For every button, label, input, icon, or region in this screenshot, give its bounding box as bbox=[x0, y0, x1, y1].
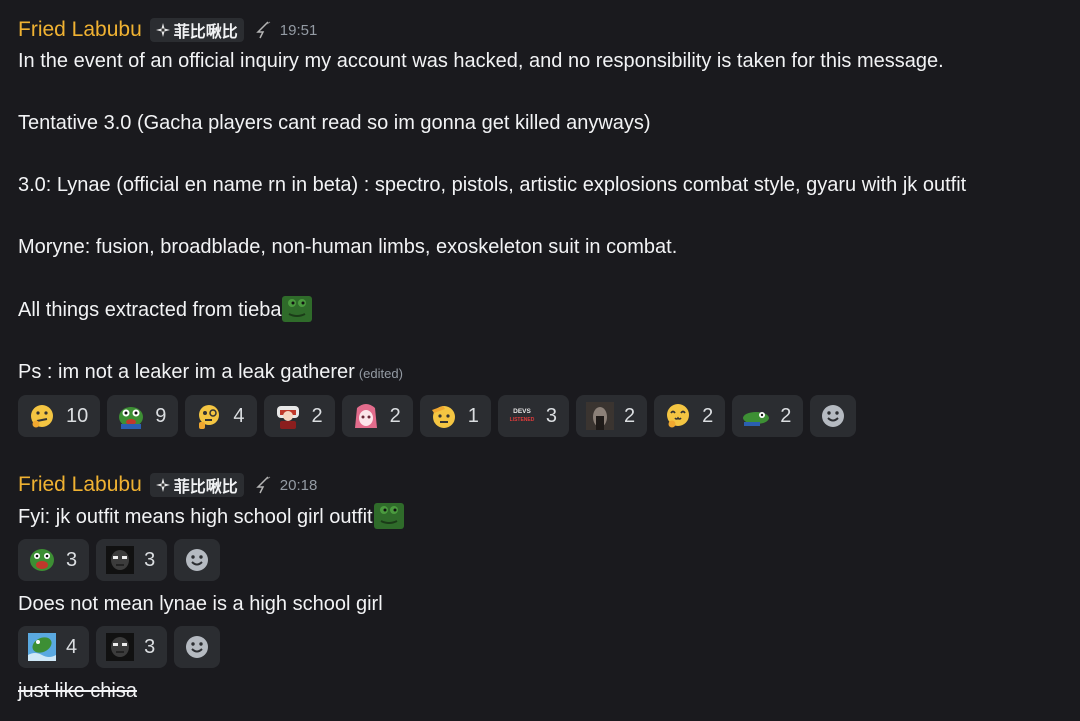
sparkle-icon bbox=[155, 23, 170, 37]
reaction-chip[interactable]: 10 bbox=[18, 395, 101, 437]
message-group: Fried Labubu 菲比啾比 19:51 In the event of … bbox=[18, 14, 1070, 441]
salute-face-icon bbox=[431, 406, 455, 428]
dark-face-icon bbox=[106, 633, 135, 661]
smiley-add-icon bbox=[822, 405, 845, 427]
reaction-count: 4 bbox=[233, 404, 245, 427]
reaction-count: 3 bbox=[545, 404, 557, 427]
pepe-shout-icon bbox=[30, 549, 54, 571]
bolt-icon bbox=[255, 476, 271, 494]
reaction-chip[interactable]: 2 bbox=[576, 395, 648, 437]
reaction-chip[interactable]: 4 bbox=[185, 395, 257, 437]
reaction-chip[interactable]: 3 bbox=[96, 539, 168, 581]
message-header: Fried Labubu 菲比啾比 19:51 bbox=[18, 14, 1070, 46]
message-line: Ps : im not a leaker im a leak gatherer(… bbox=[18, 357, 1070, 389]
reaction-count: 3 bbox=[144, 548, 156, 571]
message-line: Does not mean lynae is a high school gir… bbox=[18, 593, 383, 615]
monocle-face-icon bbox=[199, 405, 220, 429]
reaction-count: 10 bbox=[66, 404, 89, 427]
dark-photo-icon bbox=[586, 402, 614, 430]
reaction-count: 4 bbox=[66, 635, 78, 658]
author-name[interactable]: Fried Labubu bbox=[18, 18, 142, 42]
message-header: Fried Labubu 菲比啾比 20:18 bbox=[18, 469, 1070, 501]
thinking-face-icon bbox=[31, 405, 53, 428]
reaction-count: 2 bbox=[311, 404, 323, 427]
reaction-count: 2 bbox=[780, 404, 792, 427]
sparkle-icon bbox=[155, 478, 170, 492]
reaction-chip[interactable]: 2 bbox=[732, 395, 804, 437]
reaction-chip[interactable]: DEVS LISTENED 3 bbox=[497, 395, 569, 437]
uwu-face-icon bbox=[667, 404, 690, 428]
message-text: All things extracted from tieba bbox=[18, 299, 282, 321]
reaction-count: 2 bbox=[702, 404, 714, 427]
message-line: Fyi: jk outfit means high school girl ou… bbox=[18, 501, 1070, 533]
reaction-chip[interactable]: 3 bbox=[96, 626, 168, 668]
svg-text:LISTENED: LISTENED bbox=[510, 417, 535, 423]
server-tag-label: 菲比啾比 bbox=[173, 24, 238, 41]
reaction-chip[interactable]: 4 bbox=[18, 626, 90, 668]
pepe-hands-icon bbox=[119, 407, 144, 429]
message-text: Ps : im not a leaker im a leak gatherer bbox=[18, 361, 355, 383]
reaction-count: 2 bbox=[624, 404, 636, 427]
message-line: In the event of an official inquiry my a… bbox=[18, 50, 944, 72]
server-tag[interactable]: 菲比啾比 bbox=[149, 473, 244, 497]
smiley-add-icon bbox=[186, 636, 209, 658]
devs-listened-icon: DEVS LISTENED bbox=[510, 408, 535, 423]
timestamp[interactable]: 20:18 bbox=[280, 477, 318, 494]
message-text: Fyi: jk outfit means high school girl ou… bbox=[18, 506, 373, 528]
reaction-bar: 4 3 bbox=[18, 626, 1070, 668]
dark-face-icon bbox=[106, 546, 135, 574]
message-group: Fried Labubu 菲比啾比 20:18 Fyi: jk outfit m… bbox=[18, 469, 1070, 707]
reaction-bar: 10 9 4 2 2 1 DEVS LISTENED 3 2 2 2 bbox=[18, 395, 1070, 437]
reaction-count: 3 bbox=[66, 548, 78, 571]
smiley-add-icon bbox=[186, 549, 209, 571]
reaction-chip[interactable]: 9 bbox=[107, 395, 179, 437]
message-line: 3.0: Lynae (official en name rn in beta)… bbox=[18, 174, 967, 196]
reaction-count: 3 bbox=[144, 635, 156, 658]
server-tag[interactable]: 菲比啾比 bbox=[149, 18, 244, 42]
message-line: All things extracted from tieba bbox=[18, 294, 1070, 326]
reaction-count: 1 bbox=[467, 404, 479, 427]
reaction-chip[interactable]: 3 bbox=[18, 539, 90, 581]
pepe-emoji-icon[interactable] bbox=[373, 501, 405, 529]
server-tag-label: 菲比啾比 bbox=[173, 479, 238, 496]
svg-text:DEVS: DEVS bbox=[513, 408, 531, 415]
add-reaction-button[interactable] bbox=[174, 626, 221, 668]
pepe-swim-icon bbox=[28, 633, 56, 661]
bolt-icon bbox=[255, 21, 271, 39]
anime-girl-icon bbox=[354, 404, 377, 428]
edited-label: (edited) bbox=[358, 366, 403, 381]
reaction-chip[interactable]: 1 bbox=[419, 395, 491, 437]
reaction-bar: 3 3 bbox=[18, 539, 1070, 581]
author-name[interactable]: Fried Labubu bbox=[18, 473, 142, 497]
pepe-lying-icon bbox=[743, 412, 770, 426]
reaction-count: 2 bbox=[389, 404, 401, 427]
reaction-chip[interactable]: 2 bbox=[654, 395, 726, 437]
reaction-chip[interactable]: 2 bbox=[263, 395, 335, 437]
message-line: Tentative 3.0 (Gacha players cant read s… bbox=[18, 112, 651, 134]
add-reaction-button[interactable] bbox=[810, 395, 857, 437]
chibi-character-icon bbox=[276, 406, 299, 429]
timestamp[interactable]: 19:51 bbox=[280, 22, 318, 39]
message-line-strikethrough: just like chisa bbox=[18, 680, 137, 702]
message-line: Moryne: fusion, broadblade, non-human li… bbox=[18, 236, 678, 258]
reaction-chip[interactable]: 2 bbox=[341, 395, 413, 437]
reaction-count: 9 bbox=[155, 404, 167, 427]
pepe-emoji-icon[interactable] bbox=[281, 294, 313, 322]
add-reaction-button[interactable] bbox=[174, 539, 221, 581]
